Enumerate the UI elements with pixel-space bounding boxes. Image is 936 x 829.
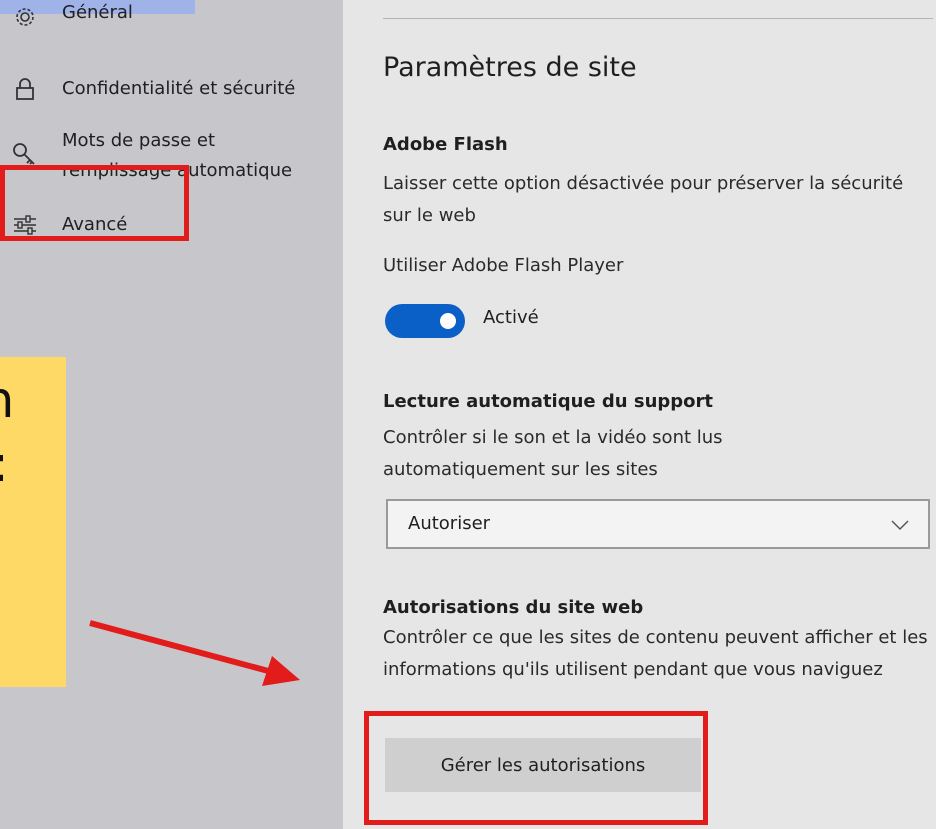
flash-toggle-state: Activé (483, 307, 539, 328)
callout-text-line2: : (0, 435, 9, 493)
sidebar-item-label-line1: Mots de passe et (62, 130, 216, 151)
sidebar-item-label: Confidentialité et sécurité (62, 78, 296, 99)
autoplay-select-value: Autoriser (408, 513, 491, 534)
autoplay-section-title: Lecture automatique du support (383, 391, 714, 412)
callout-text-line1: on (0, 371, 14, 429)
sidebar-item-label: Général (62, 2, 133, 23)
sidebar-item-privacy[interactable]: Confidentialité et sécurité (0, 74, 343, 104)
autoplay-section-description: Contrôler si le son et la vidéo sont lus… (383, 427, 723, 480)
toggle-knob (440, 313, 456, 329)
sidebar: Général Confidentialité et sécurité Mots… (0, 0, 343, 829)
divider (383, 18, 933, 19)
flash-section-description: Laisser cette option désactivée pour pré… (383, 173, 904, 226)
chevron-down-icon (891, 520, 909, 531)
page-title: Paramètres de site (383, 52, 637, 83)
gear-icon (8, 2, 42, 32)
highlight-box-advanced (0, 165, 189, 241)
autoplay-select[interactable]: Autoriser (386, 499, 930, 549)
flash-section-title: Adobe Flash (383, 134, 508, 155)
lock-icon (8, 74, 42, 104)
sidebar-item-general[interactable]: Général (0, 2, 343, 32)
annotation-callout: on : (0, 357, 66, 687)
site-settings-panel: Paramètres de site Adobe Flash Laisser c… (343, 0, 936, 829)
highlight-box-manage-button (364, 711, 708, 825)
permissions-section-description: Contrôler ce que les sites de contenu pe… (383, 627, 928, 680)
permissions-section-title: Autorisations du site web (383, 597, 644, 618)
flash-toggle[interactable] (385, 304, 465, 338)
flash-toggle-caption: Utiliser Adobe Flash Player (383, 255, 624, 276)
